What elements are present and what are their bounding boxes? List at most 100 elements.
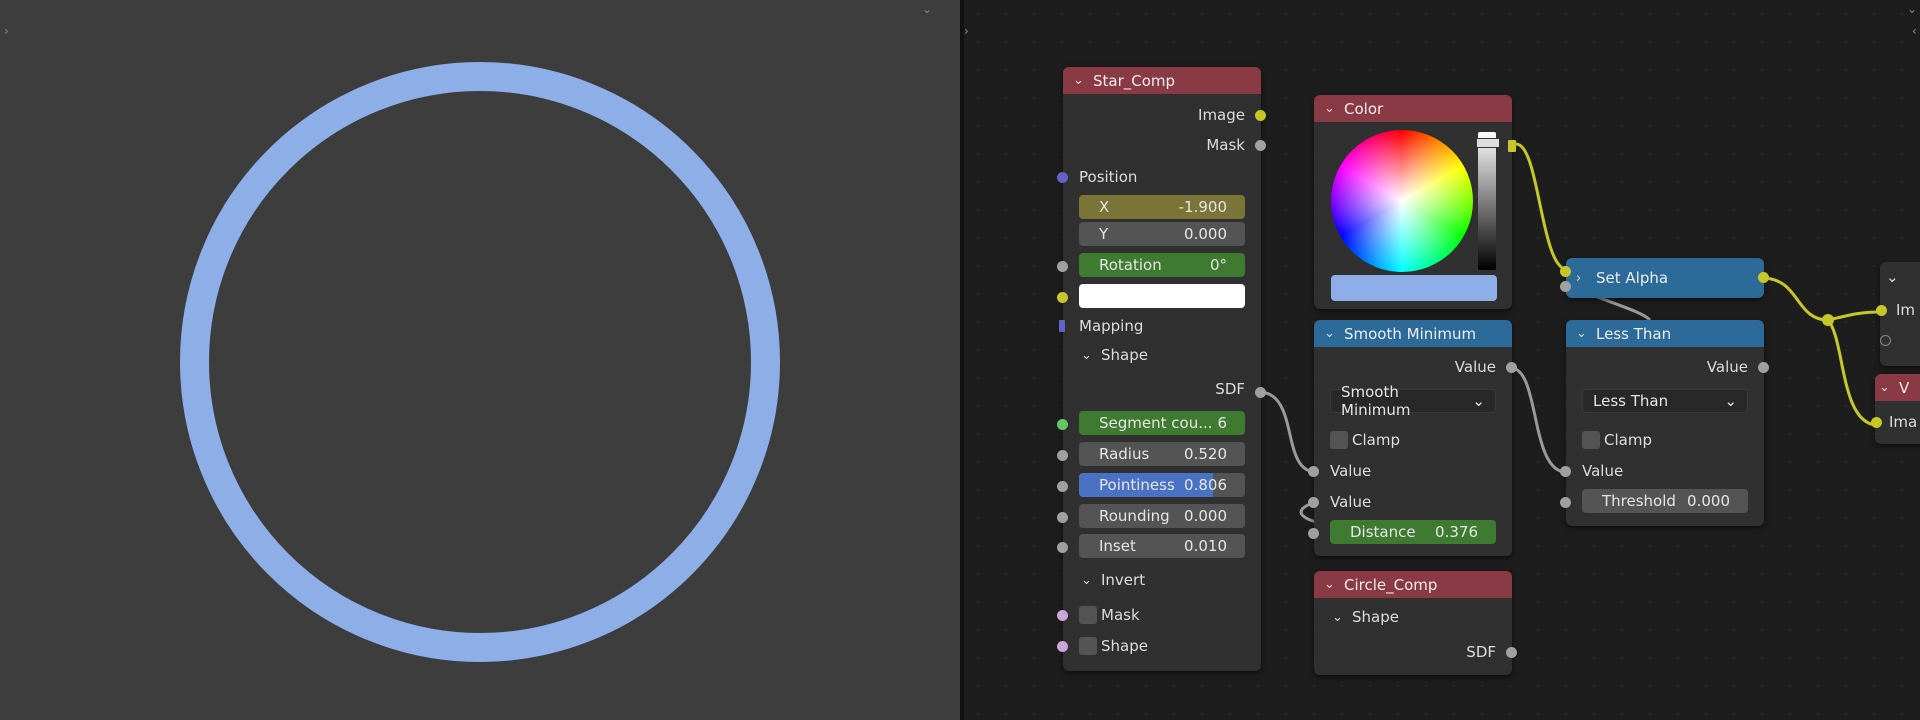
viewport[interactable]: › ⌄ <box>0 0 960 720</box>
color-swatch-field[interactable] <box>1079 284 1245 308</box>
chevron-down-icon[interactable]: ⌄ <box>1886 266 1920 288</box>
socket-image-input[interactable] <box>1560 266 1571 277</box>
segment-count-field[interactable]: Segment cou... 6 <box>1079 411 1245 435</box>
shape-panel-header[interactable]: ⌄ Shape <box>1063 344 1261 366</box>
image-input-label: Ima <box>1889 413 1918 431</box>
less-than-dropdown[interactable]: Less Than ⌄ <box>1582 389 1748 413</box>
shape-panel-header[interactable]: ⌄ Shape <box>1314 606 1512 628</box>
chevron-down-icon[interactable]: ⌄ <box>1081 348 1095 363</box>
rotation-field[interactable]: Rotation 0° <box>1079 253 1245 277</box>
socket-radius-input[interactable] <box>1057 450 1068 461</box>
x-field[interactable]: X -1.900 <box>1079 195 1245 219</box>
set-alpha-node[interactable]: › Set Alpha <box>1560 258 1769 298</box>
star-comp-header[interactable]: ⌄ Star_Comp <box>1063 67 1261 94</box>
clamp-checkbox[interactable] <box>1582 431 1600 449</box>
socket-pointiness-input[interactable] <box>1057 481 1068 492</box>
partial-node-top[interactable]: ⌄ Im <box>1876 262 1920 366</box>
chevron-down-icon[interactable]: ⌄ <box>922 2 932 16</box>
node-title: Set Alpha <box>1596 269 1669 287</box>
image-input-label: Im <box>1896 301 1916 319</box>
socket-color-output[interactable] <box>1508 140 1516 152</box>
inset-field[interactable]: Inset 0.010 <box>1079 534 1245 558</box>
socket-distance-input[interactable] <box>1308 528 1319 539</box>
shape-label: Shape <box>1101 637 1148 655</box>
socket-image-input[interactable] <box>1876 305 1887 316</box>
value1-label: Value <box>1330 462 1372 480</box>
socket-alpha-input[interactable] <box>1560 281 1571 292</box>
output-mask: Mask <box>1206 136 1245 154</box>
socket-segment-input[interactable] <box>1057 419 1068 430</box>
rounding-field[interactable]: Rounding 0.000 <box>1079 504 1245 528</box>
chevron-down-icon[interactable]: ⌄ <box>1576 326 1590 341</box>
mask-label: Mask <box>1101 606 1140 624</box>
smooth-minimum-header[interactable]: ⌄ Smooth Minimum <box>1314 320 1512 347</box>
circle-comp-node[interactable]: ⌄ Circle_Comp ⌄ Shape SDF <box>1314 571 1517 675</box>
set-alpha-header[interactable]: › Set Alpha <box>1566 258 1764 298</box>
distance-field[interactable]: Distance 0.376 <box>1330 520 1496 544</box>
pointiness-field[interactable]: Pointiness 0.806 <box>1079 473 1245 497</box>
clamp-label: Clamp <box>1604 431 1652 449</box>
smooth-minimum-node[interactable]: ⌄ Smooth Minimum Value Smooth Minimum ⌄ C… <box>1308 320 1517 556</box>
node-title: Less Than <box>1596 324 1672 343</box>
partial-node-header[interactable]: ⌄ V <box>1875 374 1920 401</box>
position-label: Position <box>1079 168 1138 186</box>
socket-inset-input[interactable] <box>1057 542 1068 553</box>
value-slider[interactable] <box>1476 132 1500 270</box>
chevron-down-icon[interactable]: ⌄ <box>1332 610 1346 625</box>
clamp-checkbox[interactable] <box>1330 431 1348 449</box>
output-value: Value <box>1454 358 1496 376</box>
circle-comp-header[interactable]: ⌄ Circle_Comp <box>1314 571 1512 598</box>
socket-color-input[interactable] <box>1057 292 1068 303</box>
value-slider-handle[interactable] <box>1476 138 1500 148</box>
color-swatch[interactable] <box>1331 275 1497 301</box>
chevron-down-icon[interactable]: ⌄ <box>1879 380 1893 395</box>
color-header[interactable]: ⌄ Color <box>1314 95 1512 122</box>
socket-image-output[interactable] <box>1758 272 1769 283</box>
chevron-down-icon[interactable]: ⌄ <box>1081 573 1095 588</box>
invert-panel-header[interactable]: ⌄ Invert <box>1063 569 1261 591</box>
output-image: Image <box>1198 106 1245 124</box>
output-sdf: SDF <box>1466 643 1496 661</box>
node-title: Circle_Comp <box>1344 575 1438 594</box>
socket-mask-output[interactable] <box>1255 140 1266 151</box>
chevron-right-icon[interactable]: › <box>964 24 969 38</box>
socket-threshold-input[interactable] <box>1560 497 1571 508</box>
chevron-down-icon[interactable]: ⌄ <box>1324 101 1338 116</box>
node-title: Star_Comp <box>1093 71 1176 90</box>
radius-field[interactable]: Radius 0.520 <box>1079 442 1245 466</box>
mask-checkbox[interactable] <box>1079 606 1097 624</box>
socket-image-input[interactable] <box>1871 417 1882 428</box>
threshold-field[interactable]: Threshold 0.000 <box>1582 489 1748 513</box>
y-field[interactable]: Y 0.000 <box>1079 222 1245 246</box>
socket-value-output[interactable] <box>1758 362 1769 373</box>
socket-empty[interactable] <box>1880 335 1891 346</box>
socket-mask-input[interactable] <box>1057 610 1068 621</box>
value2-label: Value <box>1330 493 1372 511</box>
socket-sdf-output[interactable] <box>1255 387 1266 398</box>
chevron-right-icon[interactable]: › <box>1576 271 1590 286</box>
node-title: Color <box>1344 99 1384 118</box>
color-wheel[interactable] <box>1331 130 1473 272</box>
partial-node-bottom[interactable]: ⌄ V Ima <box>1871 374 1920 444</box>
chevron-down-icon: ⌄ <box>1724 392 1737 410</box>
socket-rounding-input[interactable] <box>1057 512 1068 523</box>
chevron-right-icon[interactable]: › <box>4 24 9 38</box>
chevron-left-icon[interactable]: ‹ <box>1912 24 1917 38</box>
chevron-down-icon[interactable]: ⌄ <box>1324 577 1338 592</box>
shape-checkbox[interactable] <box>1079 637 1097 655</box>
smooth-minimum-dropdown[interactable]: Smooth Minimum ⌄ <box>1330 383 1496 419</box>
node-title: Smooth Minimum <box>1344 324 1477 343</box>
socket-value-output[interactable] <box>1506 362 1517 373</box>
socket-sdf-output[interactable] <box>1506 647 1517 658</box>
socket-mapping-input[interactable] <box>1059 320 1065 332</box>
chevron-down-icon[interactable]: ⌄ <box>1907 2 1917 16</box>
chevron-down-icon[interactable]: ⌄ <box>1073 73 1087 88</box>
star-comp-node[interactable]: ⌄ Star_Comp Image Mask Position X -1.900 … <box>1057 67 1266 671</box>
chevron-down-icon[interactable]: ⌄ <box>1324 326 1338 341</box>
less-than-node[interactable]: ⌄ Less Than Value Less Than ⌄ Clamp Value… <box>1560 320 1769 526</box>
socket-shape-input[interactable] <box>1057 641 1068 652</box>
socket-image-output[interactable] <box>1255 110 1266 121</box>
socket-rotation-input[interactable] <box>1057 261 1068 272</box>
socket-position-input[interactable] <box>1057 172 1068 183</box>
less-than-header[interactable]: ⌄ Less Than <box>1566 320 1764 347</box>
